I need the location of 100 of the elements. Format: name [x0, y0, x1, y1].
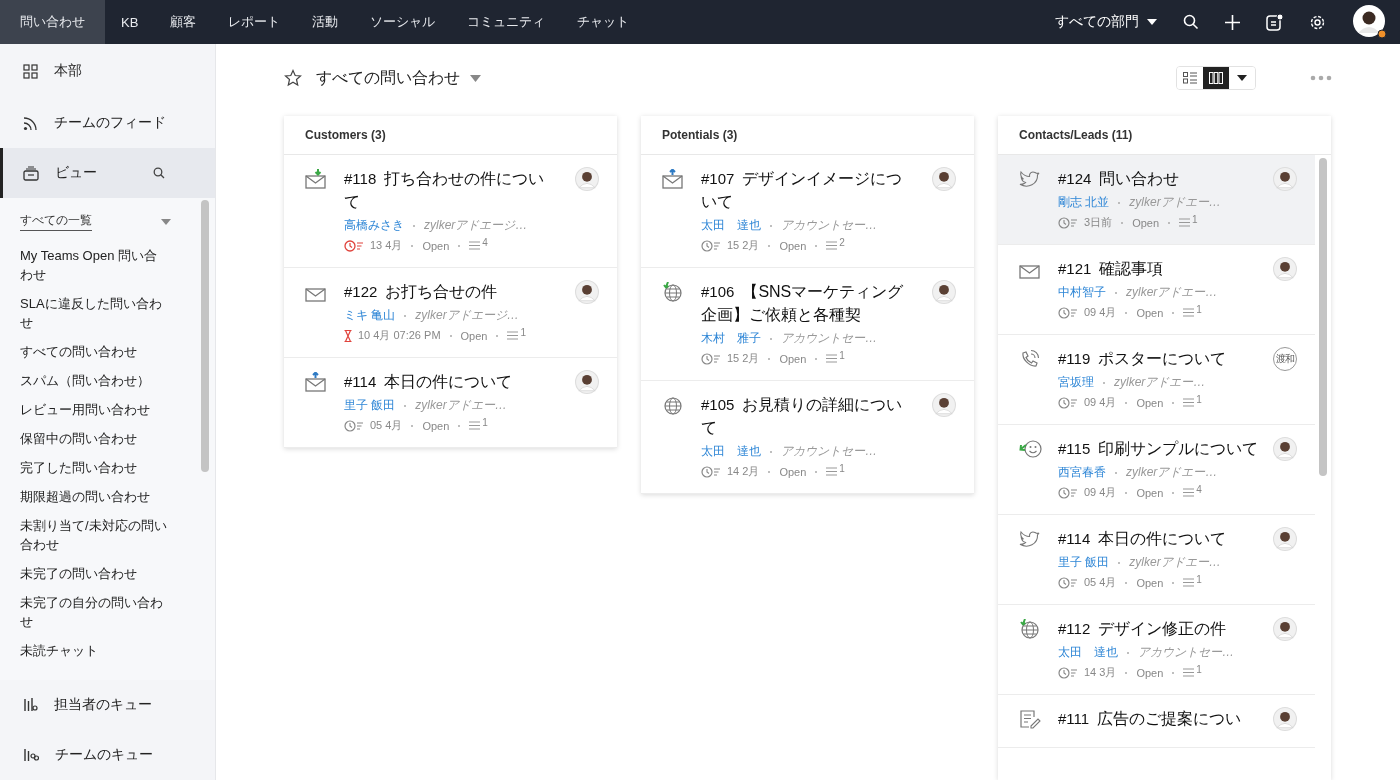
star-icon[interactable] [284, 69, 302, 87]
sidebar-item[interactable]: チームのキュー [0, 730, 215, 780]
user-avatar[interactable] [1352, 4, 1388, 40]
ticket-title[interactable]: #119 ポスターについて [1058, 347, 1268, 370]
ticket-card[interactable]: #107 デザインイメージについて 太田 達也 アカウントセー… 15 2月 Open 2 [641, 155, 974, 268]
settings-icon[interactable] [1309, 13, 1326, 31]
avatar [1273, 257, 1297, 281]
sidebar-label: チームのフィード [54, 114, 166, 132]
ticket-card[interactable]: #121 確認事項 中村智子 zylkerアドエー… 09 4月 Open 1 [998, 245, 1315, 335]
ticket-title[interactable]: #112 デザイン修正の件 [1058, 617, 1268, 640]
threads-icon [1183, 397, 1195, 408]
ticket-card[interactable]: #119 ポスターについて 宮坂理 zylkerアドエー… 09 4月 Open 1 渡和 [998, 335, 1315, 425]
threads-icon [826, 353, 838, 364]
contact-link[interactable]: 太田 達也 [1058, 644, 1118, 661]
view-item[interactable]: 未読チャット [20, 636, 170, 665]
threads-icon [1183, 487, 1195, 498]
ticket-title[interactable]: #114 本日の件について [344, 370, 554, 393]
avatar [1273, 167, 1297, 191]
view-item[interactable]: スパム（問い合わせ） [20, 366, 170, 395]
view-dropdown[interactable]: すべての問い合わせ [312, 67, 460, 89]
ticket-card[interactable]: #118 打ち合わせの件について 高橋みさき zylkerアドエージ… 13 4月 Open 4 [284, 155, 617, 268]
ticket-card[interactable]: #106 【SNSマーケティング企画】ご依頼と各種契 木村 雅子 アカウントセー… 15 2月 Open 1 [641, 268, 974, 381]
department-dropdown[interactable]: すべての部門 [1055, 13, 1157, 31]
view-item[interactable]: すべての問い合わせ [20, 337, 170, 366]
contact-link[interactable]: 太田 達也 [701, 217, 761, 234]
avatar [1273, 707, 1297, 731]
view-item[interactable]: My Teams Open 問い合わせ [20, 241, 170, 289]
nav-tab[interactable]: チャット [561, 0, 646, 44]
sidebar-item[interactable]: ビュー [0, 148, 215, 198]
ticket-card[interactable]: #105 お見積りの詳細について 太田 達也 アカウントセー… 14 2月 Open 1 [641, 381, 974, 494]
ticket-title[interactable]: #111 広告のご提案につい [1058, 707, 1268, 730]
search-icon[interactable] [1183, 14, 1199, 30]
threads-icon [1183, 667, 1195, 678]
ticket-card[interactable]: #111 広告のご提案につい [998, 695, 1315, 748]
envelope-incoming-icon [305, 169, 327, 189]
scrollbar[interactable] [1319, 158, 1329, 476]
account-name: zylkerアドエージ… [415, 307, 519, 324]
contact-link[interactable]: 里子 飯田 [1058, 554, 1110, 571]
view-item[interactable]: 保留中の問い合わせ [20, 424, 170, 453]
due-date: 14 3月 [1084, 665, 1117, 680]
caret-icon[interactable] [470, 74, 481, 82]
caret-icon[interactable] [161, 218, 171, 225]
ticket-card[interactable]: #115 印刷サンプルについて 西宮春香 zylkerアドエー… 09 4月 Open 4 [998, 425, 1315, 515]
caret-icon [1147, 19, 1157, 25]
view-item[interactable]: 完了した問い合わせ [20, 453, 170, 482]
sidebar-label: ビュー [55, 164, 97, 182]
ticket-title[interactable]: #105 お見積りの詳細について [701, 393, 911, 439]
kanban-view-button[interactable] [1203, 67, 1229, 89]
view-item[interactable]: 未完了の自分の問い合わせ [20, 588, 170, 636]
sidebar-item[interactable]: 担当者のキュー [0, 680, 215, 730]
ticket-title[interactable]: #124 問い合わせ [1058, 167, 1268, 190]
account-name: zylkerアドエー… [1129, 194, 1221, 211]
ticket-card[interactable]: #124 問い合わせ 剛志 北並 zylkerアドエー… 3日前 Open 1 [998, 155, 1315, 245]
threads-icon [826, 466, 838, 477]
view-list-dropdown[interactable]: すべての一覧 [20, 212, 92, 231]
view-item[interactable]: SLAに違反した問い合わせ [20, 289, 170, 337]
ticket-card[interactable]: #122 お打ち合せの件 ミキ 亀山 zylkerアドエージ… 10 4月 07:26 PM Open 1 [284, 268, 617, 358]
view-item[interactable]: 未割り当て/未対応の問い合わせ [20, 511, 170, 559]
ticket-title[interactable]: #107 デザインイメージについて [701, 167, 911, 213]
avatar [932, 167, 956, 191]
nav-tab[interactable]: ソーシャル [354, 0, 452, 44]
ticket-card[interactable]: #112 デザイン修正の件 太田 達也 アカウントセー… 14 3月 Open 1 [998, 605, 1315, 695]
ticket-title[interactable]: #106 【SNSマーケティング企画】ご依頼と各種契 [701, 280, 911, 326]
view-item[interactable]: 未完了の問い合わせ [20, 559, 170, 588]
contact-link[interactable]: 木村 雅子 [701, 330, 761, 347]
view-item[interactable]: レビュー用問い合わせ [20, 395, 170, 424]
ticket-status: Open [1136, 486, 1164, 499]
ticket-title[interactable]: #115 印刷サンプルについて [1058, 437, 1268, 460]
notification-icon[interactable] [1266, 13, 1283, 31]
due-date: 09 4月 [1084, 305, 1117, 320]
ticket-card[interactable]: #114 本日の件について 里子 飯田 zylkerアドエー… 05 4月 Open 1 [998, 515, 1315, 605]
contact-link[interactable]: 宮坂理 [1058, 374, 1094, 391]
sidebar-item[interactable]: チームのフィード [0, 98, 215, 148]
ticket-status: Open [1136, 306, 1164, 319]
contact-link[interactable]: 高橋みさき [344, 217, 404, 234]
account-name: アカウントセー… [781, 443, 877, 460]
ticket-title[interactable]: #114 本日の件について [1058, 527, 1268, 550]
contact-link[interactable]: 里子 飯田 [344, 397, 396, 414]
contact-link[interactable]: 剛志 北並 [1058, 194, 1110, 211]
team-queue-icon [23, 747, 39, 763]
contact-link[interactable]: 西宮春香 [1058, 464, 1106, 481]
avatar [932, 393, 956, 417]
thread-count: 1 [1196, 394, 1202, 405]
nav-tab[interactable]: 顧客 [154, 0, 213, 44]
contact-link[interactable]: 中村智子 [1058, 284, 1106, 301]
view-item[interactable]: 期限超過の問い合わせ [20, 482, 170, 511]
ticket-title[interactable]: #121 確認事項 [1058, 257, 1268, 280]
nav-tab[interactable]: 問い合わせ [0, 0, 105, 44]
clock-icon [1058, 396, 1078, 409]
search-icon[interactable] [153, 167, 165, 179]
nav-tab[interactable]: KB [105, 0, 155, 44]
ticket-title[interactable]: #122 お打ち合せの件 [344, 280, 554, 303]
ticket-card[interactable]: #114 本日の件について 里子 飯田 zylkerアドエー… 05 4月 Open 1 [284, 358, 617, 448]
contact-link[interactable]: 太田 達也 [701, 443, 761, 460]
ticket-title[interactable]: #118 打ち合わせの件について [344, 167, 554, 213]
plus-icon[interactable] [1225, 14, 1240, 30]
nav-tab[interactable]: 活動 [296, 0, 355, 44]
contact-link[interactable]: ミキ 亀山 [344, 307, 396, 324]
nav-tab[interactable]: レポート [212, 0, 297, 44]
nav-tab[interactable]: コミュニティ [451, 0, 562, 44]
